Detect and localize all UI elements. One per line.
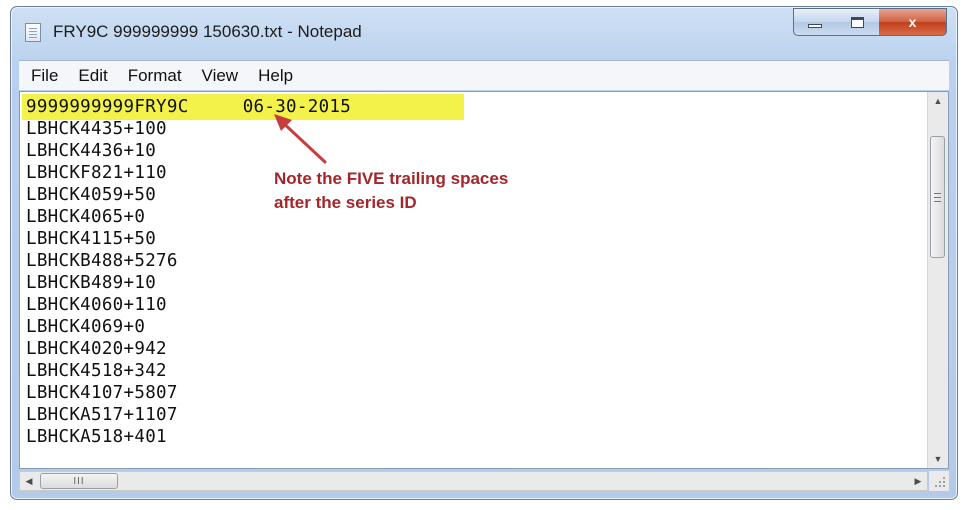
text-line-4[interactable]: LBHCKF821+110 xyxy=(26,162,167,184)
text-line-10[interactable]: LBHCK4060+110 xyxy=(26,294,167,316)
minimize-button[interactable] xyxy=(793,8,837,36)
text-line-8[interactable]: LBHCKB488+5276 xyxy=(26,250,178,272)
horizontal-scroll-thumb[interactable]: III xyxy=(40,473,118,489)
window-title: FRY9C 999999999 150630.txt - Notepad xyxy=(53,22,362,41)
menu-format[interactable]: Format xyxy=(118,66,192,86)
text-line-7[interactable]: LBHCK4115+50 xyxy=(26,228,156,250)
text-line-5[interactable]: LBHCK4059+50 xyxy=(26,184,156,206)
horizontal-scrollbar[interactable]: ◀ III ▶ xyxy=(19,471,928,491)
maximize-button[interactable] xyxy=(836,8,880,36)
text-line-12[interactable]: LBHCK4020+942 xyxy=(26,338,167,360)
notepad-window: FRY9C 999999999 150630.txt - Notepad x F… xyxy=(10,6,958,500)
resize-grip-icon[interactable] xyxy=(929,471,949,491)
text-line-15[interactable]: LBHCKA517+1107 xyxy=(26,404,178,426)
menu-view[interactable]: View xyxy=(192,66,249,86)
text-line-3[interactable]: LBHCK4436+10 xyxy=(26,140,156,162)
annotation-line-2: after the series ID xyxy=(274,193,417,212)
scroll-down-arrow-icon[interactable]: ▼ xyxy=(928,450,948,468)
text-editor[interactable]: 9999999999FRY9C 06-30-2015 LBHCK4435+100… xyxy=(19,91,949,469)
text-line-16[interactable]: LBHCKA518+401 xyxy=(26,426,167,448)
thumb-grip: III xyxy=(73,475,85,487)
menu-help[interactable]: Help xyxy=(248,66,303,86)
notepad-icon[interactable] xyxy=(25,23,41,42)
grip-icon xyxy=(934,192,941,202)
text-line-9[interactable]: LBHCKB489+10 xyxy=(26,272,156,294)
text-line-6[interactable]: LBHCK4065+0 xyxy=(26,206,145,228)
maximize-icon xyxy=(851,16,864,28)
text-line-13[interactable]: LBHCK4518+342 xyxy=(26,360,167,382)
text-line-11[interactable]: LBHCK4069+0 xyxy=(26,316,145,338)
text-line-14[interactable]: LBHCK4107+5807 xyxy=(26,382,178,404)
minimize-icon xyxy=(808,24,822,28)
close-button[interactable]: x xyxy=(879,8,947,36)
title-bar[interactable]: FRY9C 999999999 150630.txt - Notepad x xyxy=(11,7,957,57)
close-icon: x xyxy=(908,14,917,30)
menu-bar: File Edit Format View Help xyxy=(19,60,949,90)
text-line-2[interactable]: LBHCK4435+100 xyxy=(26,118,167,140)
vertical-scrollbar[interactable]: ▲ ▼ xyxy=(927,92,948,468)
vertical-scroll-thumb[interactable] xyxy=(930,136,945,258)
annotation-arrow xyxy=(274,114,327,164)
scroll-right-arrow-icon[interactable]: ▶ xyxy=(909,472,927,490)
menu-file[interactable]: File xyxy=(19,66,68,86)
annotation-note: Note the FIVE trailing spaces after the … xyxy=(274,167,508,215)
annotation-line-1: Note the FIVE trailing spaces xyxy=(274,169,509,188)
scroll-left-arrow-icon[interactable]: ◀ xyxy=(20,472,38,490)
scroll-up-arrow-icon[interactable]: ▲ xyxy=(928,92,948,110)
menu-edit[interactable]: Edit xyxy=(68,66,117,86)
